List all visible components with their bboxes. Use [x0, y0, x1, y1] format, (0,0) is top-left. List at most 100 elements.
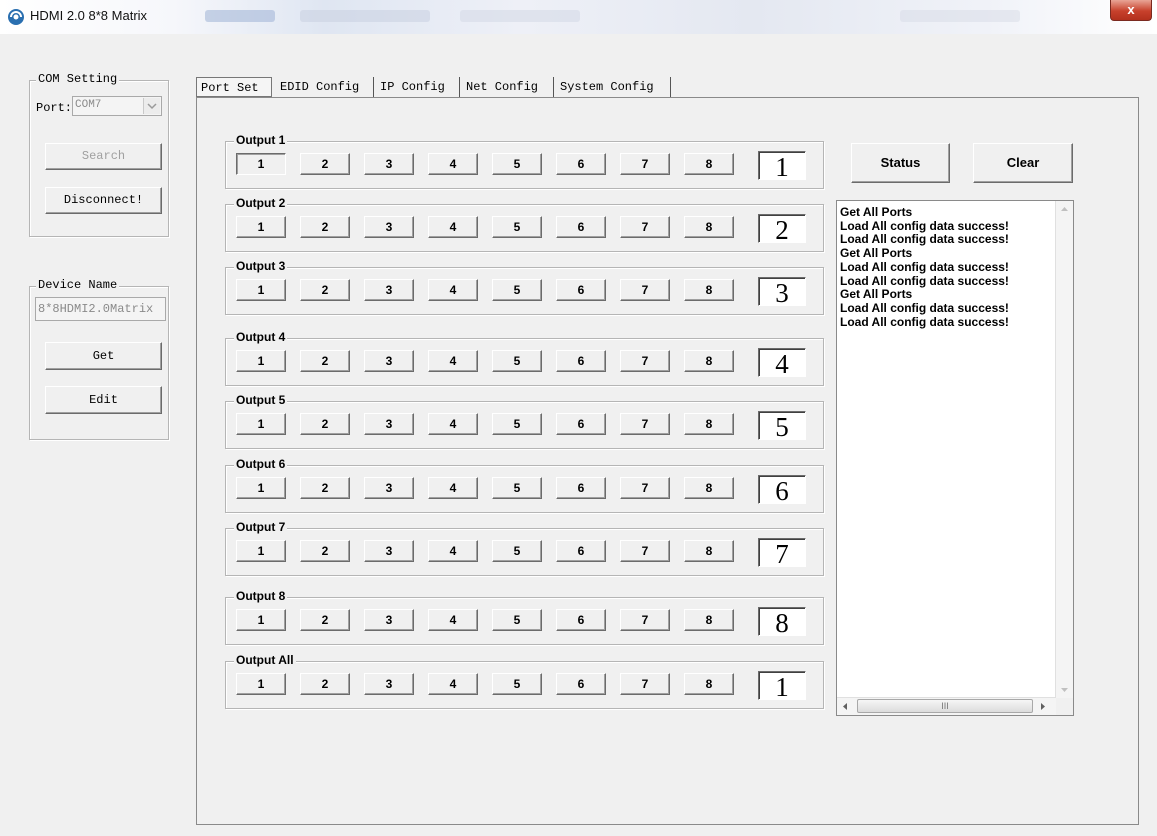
input-1-button[interactable]: 1 [236, 216, 286, 238]
get-button[interactable]: Get [45, 342, 162, 370]
input-5-button[interactable]: 5 [492, 609, 542, 631]
input-1-button[interactable]: 1 [236, 673, 286, 695]
input-2-button[interactable]: 2 [300, 540, 350, 562]
input-5-button[interactable]: 5 [492, 153, 542, 175]
input-4-button[interactable]: 4 [428, 350, 478, 372]
input-8-button[interactable]: 8 [684, 413, 734, 435]
input-8-button[interactable]: 8 [684, 216, 734, 238]
tab-system-config[interactable]: System Config [556, 77, 671, 97]
input-7-button[interactable]: 7 [620, 279, 670, 301]
output-label: Output 8 [234, 589, 288, 603]
input-7-button[interactable]: 7 [620, 477, 670, 499]
input-1-button[interactable]: 1 [236, 413, 286, 435]
input-2-button[interactable]: 2 [300, 609, 350, 631]
input-1-button[interactable]: 1 [236, 609, 286, 631]
input-4-button[interactable]: 4 [428, 216, 478, 238]
input-5-button[interactable]: 5 [492, 216, 542, 238]
output-label: Output 3 [234, 259, 288, 273]
chevron-down-icon[interactable] [143, 98, 160, 114]
search-button[interactable]: Search [45, 143, 162, 170]
input-8-button[interactable]: 8 [684, 477, 734, 499]
input-8-button[interactable]: 8 [684, 673, 734, 695]
vertical-scrollbar[interactable] [1055, 201, 1073, 698]
input-8-button[interactable]: 8 [684, 609, 734, 631]
input-5-button[interactable]: 5 [492, 477, 542, 499]
tab-edid-config[interactable]: EDID Config [276, 77, 374, 97]
close-button[interactable]: x [1110, 0, 1152, 21]
input-3-button[interactable]: 3 [364, 153, 414, 175]
input-1-button[interactable]: 1 [236, 477, 286, 499]
horizontal-scrollbar[interactable]: III [837, 697, 1056, 715]
disconnect-button[interactable]: Disconnect! [45, 187, 162, 214]
input-3-button[interactable]: 3 [364, 673, 414, 695]
input-6-button[interactable]: 6 [556, 540, 606, 562]
clear-button[interactable]: Clear [973, 143, 1073, 183]
input-1-button[interactable]: 1 [236, 540, 286, 562]
input-5-button[interactable]: 5 [492, 279, 542, 301]
input-2-button[interactable]: 2 [300, 673, 350, 695]
scroll-left-icon[interactable] [842, 702, 848, 711]
input-8-button[interactable]: 8 [684, 540, 734, 562]
input-7-button[interactable]: 7 [620, 609, 670, 631]
input-4-button[interactable]: 4 [428, 279, 478, 301]
input-4-button[interactable]: 4 [428, 609, 478, 631]
input-3-button[interactable]: 3 [364, 609, 414, 631]
input-6-button[interactable]: 6 [556, 350, 606, 372]
scroll-down-icon[interactable] [1060, 687, 1069, 693]
input-3-button[interactable]: 3 [364, 477, 414, 499]
input-3-button[interactable]: 3 [364, 413, 414, 435]
selected-input-display: 7 [758, 538, 806, 569]
input-8-button[interactable]: 8 [684, 350, 734, 372]
input-5-button[interactable]: 5 [492, 350, 542, 372]
input-7-button[interactable]: 7 [620, 540, 670, 562]
input-2-button[interactable]: 2 [300, 413, 350, 435]
input-6-button[interactable]: 6 [556, 216, 606, 238]
input-3-button[interactable]: 3 [364, 540, 414, 562]
input-4-button[interactable]: 4 [428, 413, 478, 435]
input-5-button[interactable]: 5 [492, 413, 542, 435]
input-6-button[interactable]: 6 [556, 609, 606, 631]
input-7-button[interactable]: 7 [620, 216, 670, 238]
input-7-button[interactable]: 7 [620, 350, 670, 372]
tab-net-config[interactable]: Net Config [462, 77, 554, 97]
edit-button[interactable]: Edit [45, 386, 162, 414]
tab-ip-config[interactable]: IP Config [376, 77, 460, 97]
scroll-up-icon[interactable] [1060, 206, 1069, 212]
input-4-button[interactable]: 4 [428, 153, 478, 175]
input-7-button[interactable]: 7 [620, 153, 670, 175]
input-6-button[interactable]: 6 [556, 413, 606, 435]
input-3-button[interactable]: 3 [364, 216, 414, 238]
input-4-button[interactable]: 4 [428, 673, 478, 695]
input-1-button[interactable]: 1 [236, 279, 286, 301]
input-3-button[interactable]: 3 [364, 279, 414, 301]
input-1-button[interactable]: 1 [236, 350, 286, 372]
device-name-group: Device Name 8*8HDMI2.0Matrix Get Edit [29, 278, 169, 440]
input-2-button[interactable]: 2 [300, 279, 350, 301]
input-5-button[interactable]: 5 [492, 673, 542, 695]
input-6-button[interactable]: 6 [556, 153, 606, 175]
input-7-button[interactable]: 7 [620, 673, 670, 695]
input-8-button[interactable]: 8 [684, 153, 734, 175]
input-2-button[interactable]: 2 [300, 216, 350, 238]
tab-port-set[interactable]: Port Set [196, 77, 272, 97]
status-button[interactable]: Status [851, 143, 950, 183]
scroll-right-icon[interactable] [1040, 702, 1046, 711]
input-2-button[interactable]: 2 [300, 477, 350, 499]
log-listbox[interactable]: Get All Ports Load All config data succes… [836, 200, 1074, 716]
input-3-button[interactable]: 3 [364, 350, 414, 372]
input-5-button[interactable]: 5 [492, 540, 542, 562]
input-6-button[interactable]: 6 [556, 279, 606, 301]
input-4-button[interactable]: 4 [428, 540, 478, 562]
device-name-field[interactable]: 8*8HDMI2.0Matrix [35, 297, 166, 321]
input-8-button[interactable]: 8 [684, 279, 734, 301]
input-2-button[interactable]: 2 [300, 153, 350, 175]
port-select[interactable]: COM7 [72, 96, 162, 116]
input-6-button[interactable]: 6 [556, 477, 606, 499]
input-2-button[interactable]: 2 [300, 350, 350, 372]
output-group-7: Output 7123456787 [225, 520, 824, 576]
input-4-button[interactable]: 4 [428, 477, 478, 499]
input-1-button[interactable]: 1 [236, 153, 286, 175]
scroll-thumb[interactable]: III [857, 699, 1033, 713]
input-6-button[interactable]: 6 [556, 673, 606, 695]
input-7-button[interactable]: 7 [620, 413, 670, 435]
